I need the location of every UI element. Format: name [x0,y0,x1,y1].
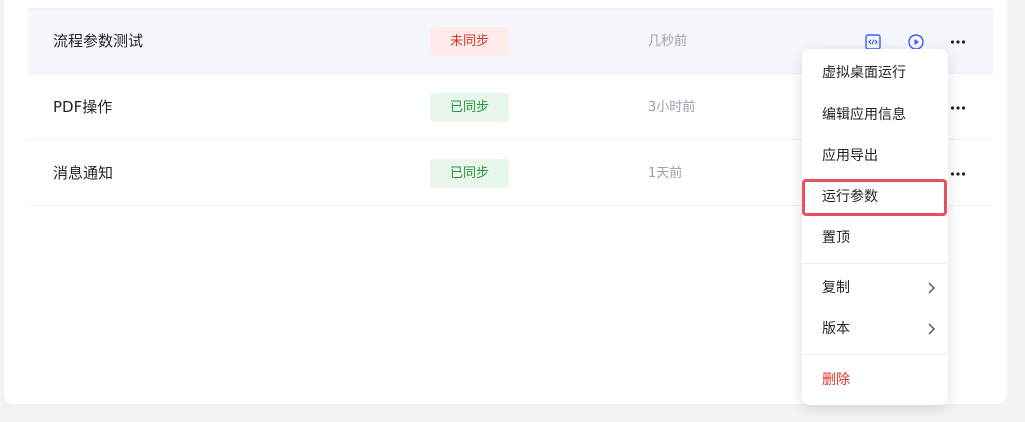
menu-item-label: 删除 [822,372,850,388]
menu-item-label: 复制 [822,280,850,296]
menu-divider [802,263,948,264]
menu-item-label: 虚拟桌面运行 [822,65,906,81]
app-name[interactable]: PDF操作 [53,75,112,140]
updated-time: 3小时前 [648,100,696,115]
menu-item-edit-app-info[interactable]: 编辑应用信息 [802,97,948,133]
menu-item-pin-top[interactable]: 置顶 [802,220,948,256]
menu-item-run-parameters[interactable]: 运行参数 [802,179,947,216]
status-badge: 已同步 [430,93,509,122]
updated-time: 1天前 [648,166,683,181]
menu-item-copy[interactable]: 复制 [802,270,948,306]
more-horizontal-icon[interactable] [948,164,968,184]
menu-item-label: 运行参数 [822,189,878,205]
chevron-right-icon [928,323,935,335]
menu-item-label: 编辑应用信息 [822,107,906,123]
menu-item-version[interactable]: 版本 [802,311,948,347]
menu-divider [802,354,948,355]
status-badge: 已同步 [430,159,509,188]
more-actions-menu: 虚拟桌面运行 编辑应用信息 应用导出 运行参数 置顶 复制 版本 删除 [802,49,948,405]
more-horizontal-icon[interactable] [948,98,968,118]
chevron-right-icon [928,282,935,294]
status-badge: 未同步 [430,27,509,56]
menu-item-virtual-desktop-run[interactable]: 虚拟桌面运行 [802,55,948,91]
menu-item-label: 应用导出 [822,148,878,164]
app-name[interactable]: 消息通知 [53,141,113,206]
more-horizontal-icon[interactable] [948,32,968,52]
menu-item-delete[interactable]: 删除 [802,362,948,398]
app-name[interactable]: 流程参数测试 [53,9,143,74]
menu-item-label: 版本 [822,321,850,337]
menu-item-export-app[interactable]: 应用导出 [802,138,948,174]
menu-item-label: 置顶 [822,230,850,246]
updated-time: 几秒前 [648,34,688,49]
